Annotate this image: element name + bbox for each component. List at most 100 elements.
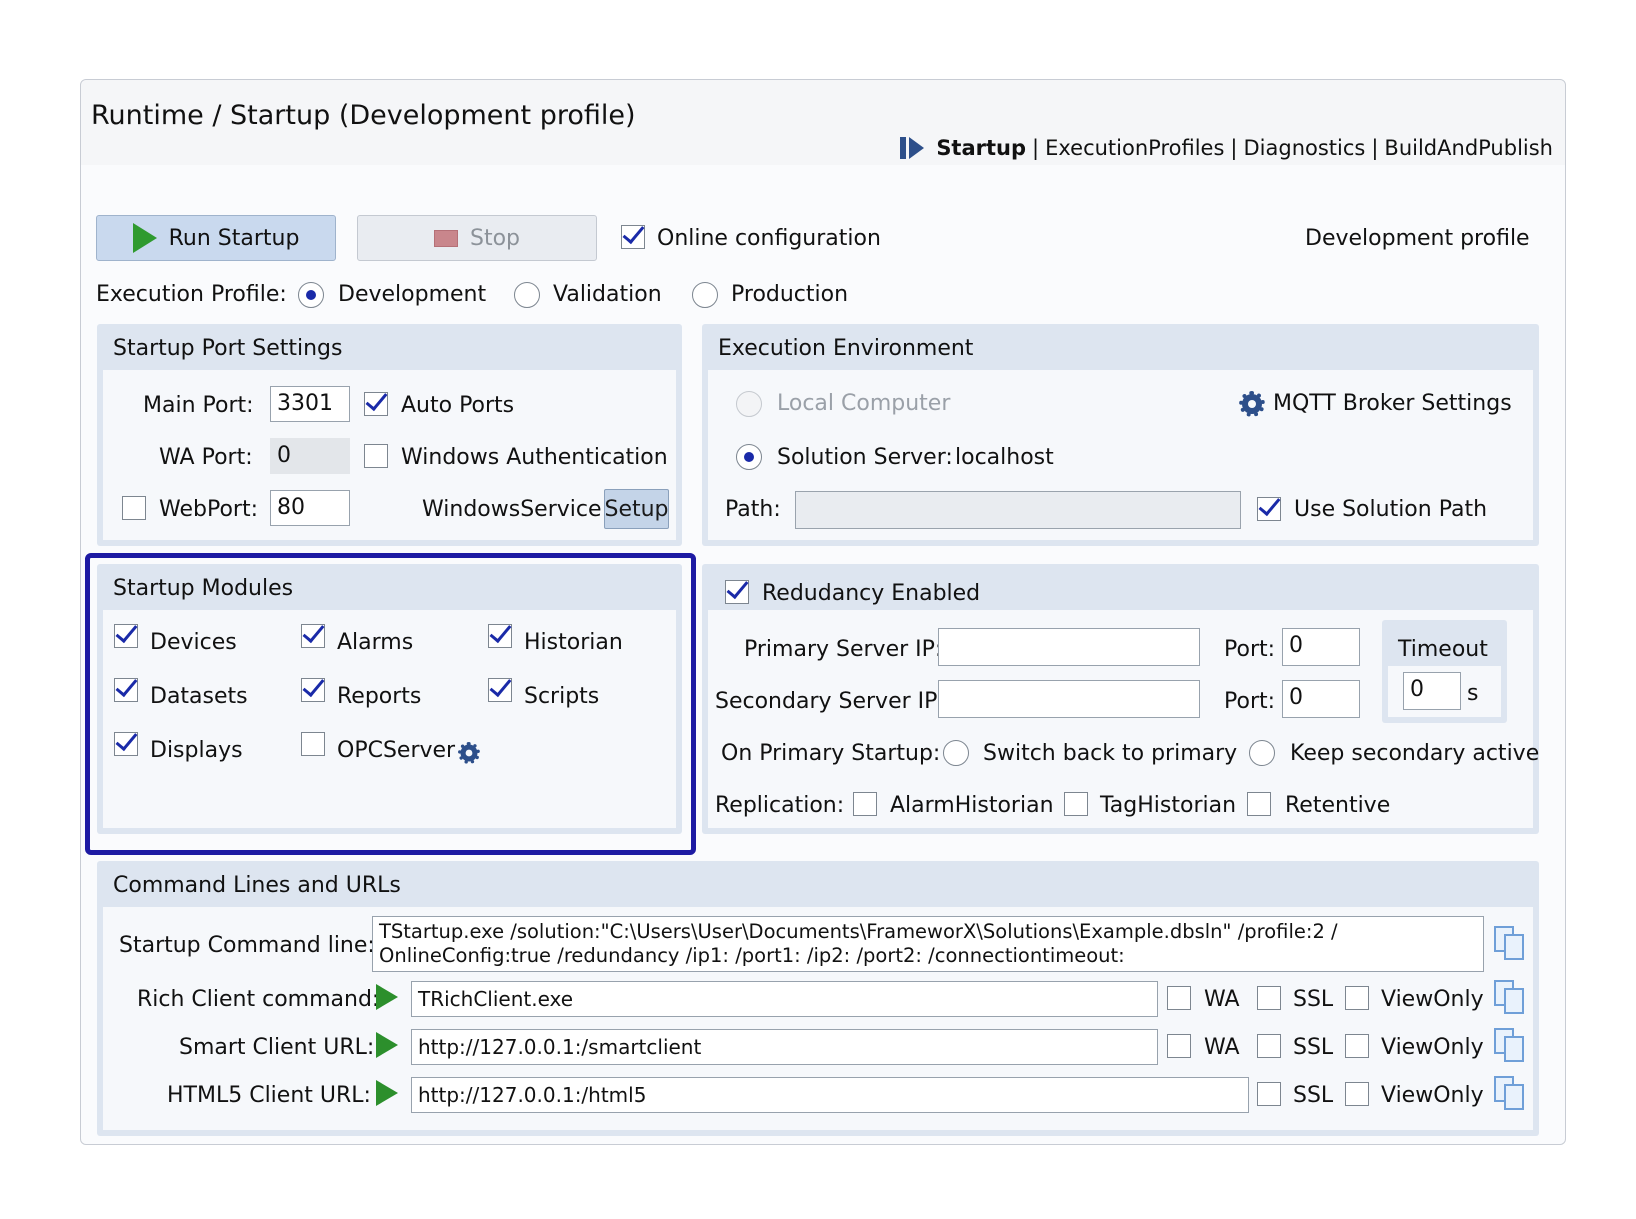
copy-startup-command-icon[interactable] [1494, 926, 1524, 960]
mqtt-broker-settings-link[interactable]: MQTT Broker Settings [1273, 393, 1512, 415]
rich-client-label: Rich Client command: [137, 987, 380, 1012]
page-title: Runtime / Startup (Development profile) [91, 100, 636, 131]
webport-checkbox[interactable] [122, 496, 146, 520]
breadcrumb-item-execution-profiles[interactable]: ExecutionProfiles [1045, 136, 1224, 160]
execution-profile-label: Execution Profile: [96, 282, 287, 307]
secondary-ip-label: Secondary Server IP: [715, 689, 945, 714]
smart-client-label: Smart Client URL: [179, 1035, 375, 1060]
timeout-input[interactable]: 0 [1403, 672, 1461, 710]
radio-keep-secondary[interactable] [1249, 740, 1275, 766]
main-port-input[interactable]: 3301 [270, 386, 350, 422]
smart-ssl-label: SSL [1293, 1035, 1334, 1060]
rich-wa-checkbox[interactable] [1167, 986, 1191, 1010]
radio-switch-back-primary[interactable] [943, 740, 969, 766]
replication-alarmhistorian-checkbox[interactable] [853, 792, 877, 816]
html5-viewonly-label: ViewOnly [1381, 1083, 1484, 1108]
startup-command-line-2: OnlineConfig:true /redundancy /ip1: /por… [379, 944, 1125, 967]
gear-icon[interactable] [1239, 391, 1265, 417]
online-config-label: Online configuration [657, 226, 881, 251]
primary-ip-label: Primary Server IP: [744, 637, 943, 662]
secondary-ip-input[interactable] [938, 680, 1200, 718]
radio-development[interactable] [298, 282, 324, 308]
keep-secondary-label: Keep secondary active [1290, 741, 1540, 766]
redundancy-enabled-checkbox[interactable] [725, 580, 749, 604]
smart-viewonly-checkbox[interactable] [1345, 1034, 1369, 1058]
replication-taghistorian-checkbox[interactable] [1064, 792, 1088, 816]
stop-button[interactable]: Stop [357, 215, 597, 261]
html5-viewonly-checkbox[interactable] [1345, 1082, 1369, 1106]
stop-label: Stop [469, 225, 520, 251]
use-solution-path-checkbox[interactable] [1257, 497, 1281, 521]
startup-command-line-1: TStartup.exe /solution:"C:\Users\User\Do… [379, 920, 1338, 943]
windows-service-label: WindowsService [422, 497, 602, 522]
breadcrumb-separator: | [1371, 136, 1379, 160]
breadcrumb-item-diagnostics[interactable]: Diagnostics [1243, 136, 1365, 160]
webport-input[interactable]: 80 [270, 490, 350, 526]
online-config-checkbox[interactable] [621, 225, 645, 249]
timeout-unit: s [1467, 681, 1479, 706]
header-band: Runtime / Startup (Development profile) … [81, 80, 1565, 165]
redundancy-enabled-label: Redudancy Enabled [762, 581, 981, 606]
replication-alarmhistorian-label: AlarmHistorian [890, 793, 1054, 818]
webport-label: WebPort: [159, 497, 258, 522]
breadcrumb: Startup | ExecutionProfiles | Diagnostic… [900, 136, 1553, 160]
radio-validation[interactable] [514, 282, 540, 308]
path-input[interactable] [795, 491, 1241, 529]
smart-ssl-checkbox[interactable] [1257, 1034, 1281, 1058]
secondary-port-label: Port: [1224, 689, 1276, 714]
html5-client-label: HTML5 Client URL: [167, 1083, 371, 1108]
rich-ssl-checkbox[interactable] [1257, 986, 1281, 1010]
smart-client-input[interactable]: http://127.0.0.1:/smartclient [411, 1029, 1158, 1065]
local-computer-label: Local Computer [777, 391, 951, 416]
radio-production[interactable] [692, 282, 718, 308]
rich-viewonly-checkbox[interactable] [1345, 986, 1369, 1010]
html5-ssl-label: SSL [1293, 1083, 1334, 1108]
main-port-label: Main Port: [143, 393, 254, 418]
primary-port-label: Port: [1224, 637, 1276, 662]
secondary-port-input[interactable]: 0 [1282, 680, 1360, 718]
port-settings-title: Startup Port Settings [113, 336, 343, 361]
radio-development-label: Development [338, 282, 487, 307]
run-smart-client-icon[interactable] [376, 1032, 398, 1058]
rich-wa-label: WA [1204, 987, 1240, 1012]
radio-solution-server[interactable] [736, 444, 762, 470]
breadcrumb-item-build-and-publish[interactable]: BuildAndPublish [1384, 136, 1553, 160]
copy-html5-client-icon[interactable] [1494, 1076, 1524, 1110]
auto-ports-checkbox[interactable] [364, 392, 388, 416]
windows-service-setup-button[interactable]: Setup [604, 489, 669, 529]
play-icon [132, 223, 157, 253]
wa-port-label: WA Port: [159, 445, 253, 470]
breadcrumb-item-startup[interactable]: Startup [936, 136, 1026, 160]
run-startup-label: Run Startup [168, 225, 300, 251]
replication-retentive-checkbox[interactable] [1247, 792, 1271, 816]
on-primary-startup-label: On Primary Startup: [721, 741, 941, 766]
smart-wa-label: WA [1204, 1035, 1240, 1060]
radio-local-computer[interactable] [736, 391, 762, 417]
primary-ip-input[interactable] [938, 628, 1200, 666]
auto-ports-label: Auto Ports [401, 393, 515, 418]
replication-taghistorian-label: TagHistorian [1100, 793, 1237, 818]
rich-client-input[interactable]: TRichClient.exe [411, 981, 1158, 1017]
smart-wa-checkbox[interactable] [1167, 1034, 1191, 1058]
startup-command-input[interactable]: TStartup.exe /solution:"C:\Users\User\Do… [372, 916, 1484, 972]
startup-command-label: Startup Command line: [119, 933, 375, 958]
rich-ssl-label: SSL [1293, 987, 1334, 1012]
copy-smart-client-icon[interactable] [1494, 1028, 1524, 1062]
run-startup-button[interactable]: Run Startup [96, 215, 336, 261]
replication-retentive-label: Retentive [1285, 793, 1391, 818]
html5-ssl-checkbox[interactable] [1257, 1082, 1281, 1106]
copy-rich-client-icon[interactable] [1494, 980, 1524, 1014]
solution-server-value: localhost [955, 445, 1054, 470]
startup-modules-highlight [85, 553, 696, 855]
execution-environment-title: Execution Environment [718, 336, 974, 361]
setup-label: Setup [604, 496, 669, 522]
windows-auth-checkbox[interactable] [364, 444, 388, 468]
solution-server-label: Solution Server: [777, 445, 953, 470]
primary-port-input[interactable]: 0 [1282, 628, 1360, 666]
smart-viewonly-label: ViewOnly [1381, 1035, 1484, 1060]
command-lines-title: Command Lines and URLs [113, 873, 401, 898]
run-rich-client-icon[interactable] [376, 984, 398, 1010]
html5-client-input[interactable]: http://127.0.0.1:/html5 [411, 1077, 1249, 1113]
wa-port-input[interactable]: 0 [270, 438, 350, 474]
run-html5-client-icon[interactable] [376, 1080, 398, 1106]
